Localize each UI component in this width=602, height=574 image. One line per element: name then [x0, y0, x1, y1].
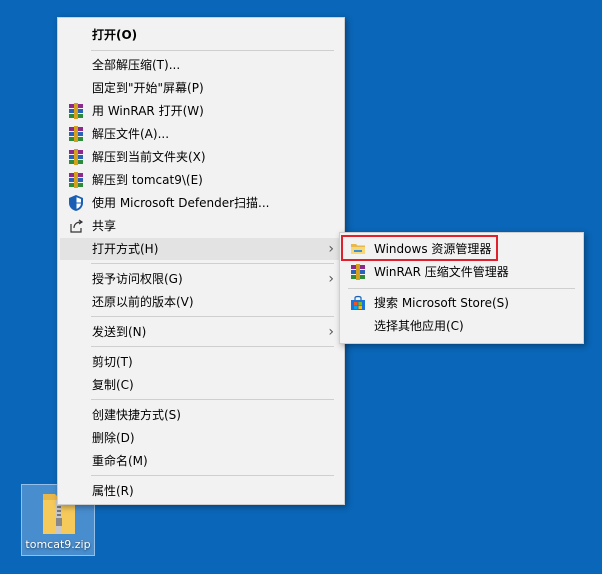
menu-properties[interactable]: 属性(R) [60, 480, 342, 502]
submenu-choose-other-label: 选择其他应用(C) [374, 319, 464, 333]
menu-give-access-label: 授予访问权限(G) [92, 272, 183, 286]
file-name-label: tomcat9.zip [25, 538, 91, 551]
menu-cut[interactable]: 剪切(T) [60, 351, 342, 373]
menu-defender-scan[interactable]: 使用 Microsoft Defender扫描... [60, 192, 342, 214]
open-with-submenu: Windows 资源管理器 WinRAR 压缩文件管理器 搜索 Microsof… [339, 232, 584, 344]
menu-give-access[interactable]: 授予访问权限(G) › [60, 268, 342, 290]
menu-extract-files[interactable]: 解压文件(A)... [60, 123, 342, 145]
menu-copy-label: 复制(C) [92, 378, 134, 392]
microsoft-store-icon [351, 295, 365, 310]
submenu-search-store[interactable]: 搜索 Microsoft Store(S) [342, 292, 581, 314]
menu-cut-label: 剪切(T) [92, 355, 133, 369]
menu-rename[interactable]: 重命名(M) [60, 450, 342, 472]
menu-winrar-open[interactable]: 用 WinRAR 打开(W) [60, 100, 342, 122]
menu-delete[interactable]: 删除(D) [60, 427, 342, 449]
winrar-icon [69, 126, 83, 142]
menu-separator [91, 399, 334, 400]
menu-pin-start[interactable]: 固定到"开始"屏幕(P) [60, 77, 342, 99]
menu-open[interactable]: 打开(O) [60, 24, 342, 46]
submenu-choose-other[interactable]: 选择其他应用(C) [342, 315, 581, 337]
submenu-winrar-manager[interactable]: WinRAR 压缩文件管理器 [342, 261, 581, 283]
menu-rename-label: 重命名(M) [92, 454, 148, 468]
menu-separator [348, 288, 575, 289]
chevron-right-icon: › [328, 271, 334, 287]
menu-properties-label: 属性(R) [92, 484, 134, 498]
submenu-search-store-label: 搜索 Microsoft Store(S) [374, 296, 509, 310]
submenu-winrar-manager-label: WinRAR 压缩文件管理器 [374, 265, 509, 279]
menu-send-to-label: 发送到(N) [92, 325, 147, 339]
menu-share-label: 共享 [92, 219, 117, 233]
chevron-right-icon: › [328, 241, 334, 257]
menu-extract-files-label: 解压文件(A)... [92, 127, 170, 141]
file-explorer-icon [351, 244, 365, 254]
context-menu: 打开(O) 全部解压缩(T)... 固定到"开始"屏幕(P) 用 WinRAR … [57, 17, 345, 505]
menu-extract-here[interactable]: 解压到当前文件夹(X) [60, 146, 342, 168]
menu-copy[interactable]: 复制(C) [60, 374, 342, 396]
menu-extract-to[interactable]: 解压到 tomcat9\(E) [60, 169, 342, 191]
submenu-windows-explorer-label: Windows 资源管理器 [374, 242, 492, 256]
menu-create-shortcut-label: 创建快捷方式(S) [92, 408, 181, 422]
winrar-icon [351, 264, 365, 280]
chevron-right-icon: › [328, 324, 334, 340]
menu-open-label: 打开(O) [92, 28, 138, 42]
menu-extract-all[interactable]: 全部解压缩(T)... [60, 54, 342, 76]
menu-extract-all-label: 全部解压缩(T)... [92, 58, 181, 72]
menu-create-shortcut[interactable]: 创建快捷方式(S) [60, 404, 342, 426]
share-icon [70, 219, 84, 233]
menu-share[interactable]: 共享 [60, 215, 342, 237]
menu-separator [91, 263, 334, 264]
menu-send-to[interactable]: 发送到(N) › [60, 321, 342, 343]
submenu-windows-explorer[interactable]: Windows 资源管理器 [342, 238, 581, 260]
menu-open-with-label: 打开方式(H) [92, 242, 159, 256]
menu-extract-to-label: 解压到 tomcat9\(E) [92, 173, 203, 187]
menu-restore-previous-label: 还原以前的版本(V) [92, 295, 194, 309]
menu-separator [91, 50, 334, 51]
menu-winrar-open-label: 用 WinRAR 打开(W) [92, 104, 204, 118]
winrar-icon [69, 103, 83, 119]
menu-separator [91, 346, 334, 347]
winrar-icon [69, 172, 83, 188]
menu-defender-scan-label: 使用 Microsoft Defender扫描... [92, 196, 270, 210]
menu-separator [91, 316, 334, 317]
menu-pin-start-label: 固定到"开始"屏幕(P) [92, 81, 204, 95]
defender-shield-icon [69, 195, 83, 211]
menu-restore-previous[interactable]: 还原以前的版本(V) [60, 291, 342, 313]
menu-extract-here-label: 解压到当前文件夹(X) [92, 150, 206, 164]
menu-delete-label: 删除(D) [92, 431, 135, 445]
winrar-icon [69, 149, 83, 165]
menu-separator [91, 475, 334, 476]
menu-open-with[interactable]: 打开方式(H) › [60, 238, 342, 260]
